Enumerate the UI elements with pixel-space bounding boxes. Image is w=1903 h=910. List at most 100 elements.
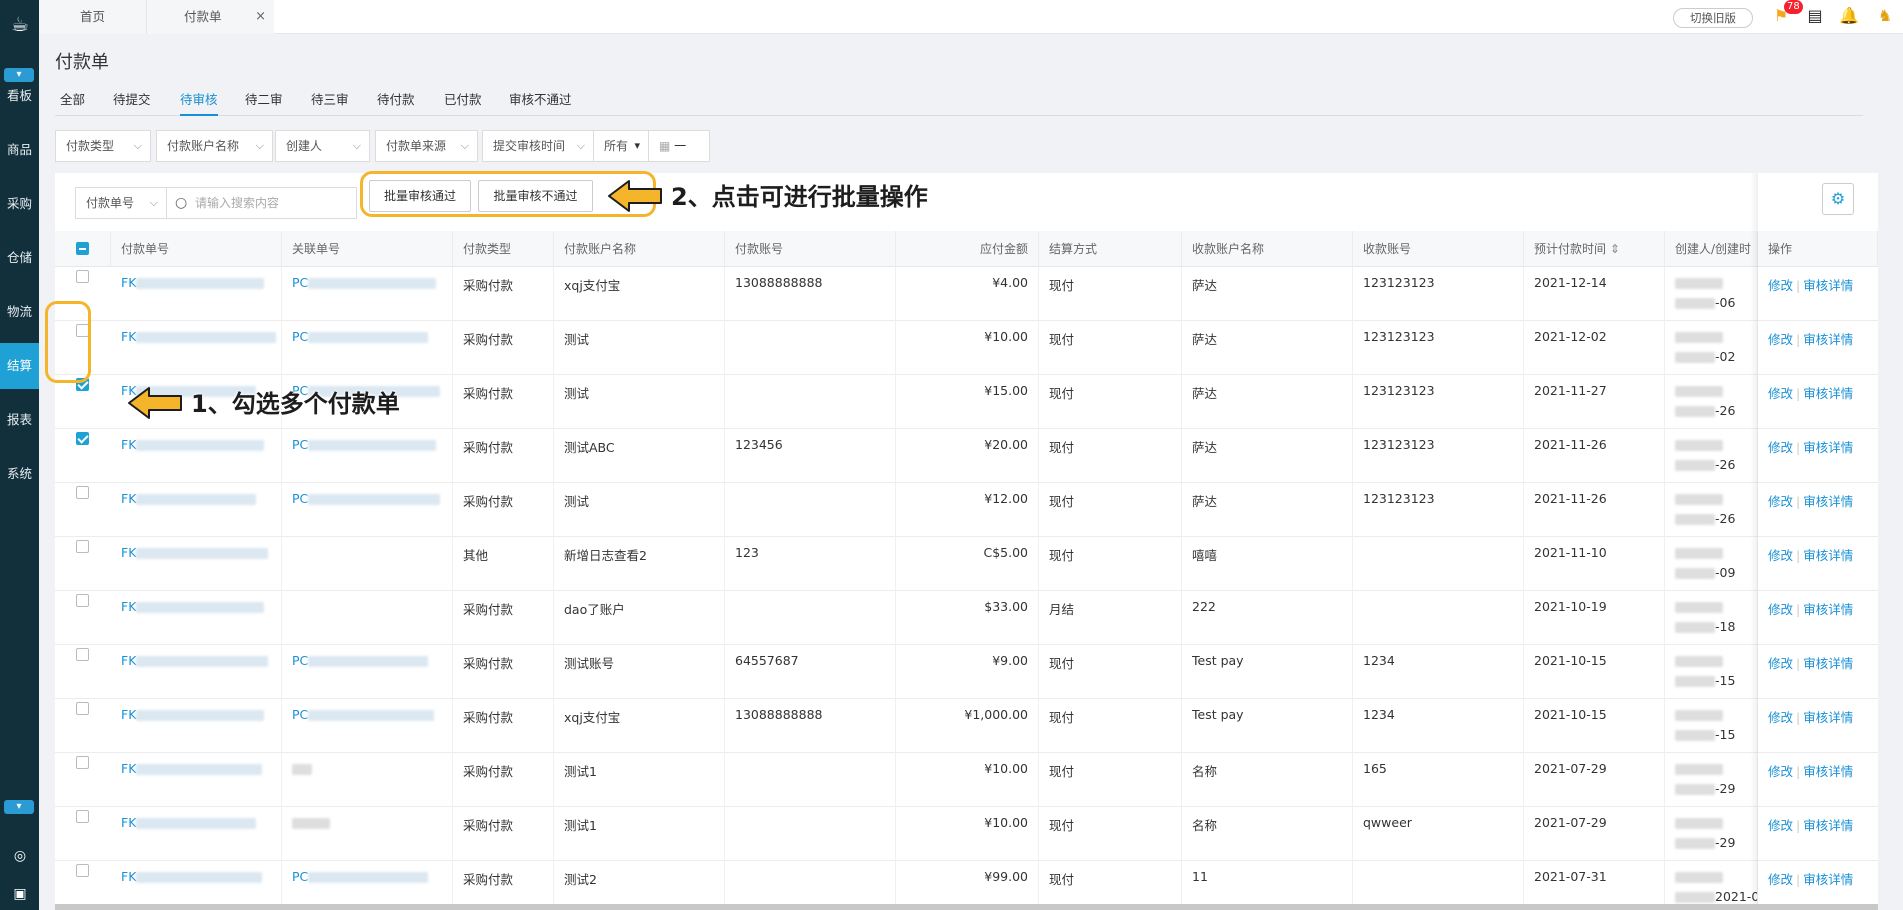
related-number-cell[interactable]: PC bbox=[282, 483, 453, 537]
column-header-10[interactable]: 创建人/创建时 bbox=[1665, 231, 1758, 267]
horizontal-scrollbar[interactable] bbox=[55, 904, 1878, 910]
audit-detail-link[interactable]: 审核详情 bbox=[1803, 278, 1853, 293]
tab-status-0[interactable]: 全部 bbox=[60, 90, 85, 116]
audit-detail-link[interactable]: 审核详情 bbox=[1803, 386, 1853, 401]
order-number-cell[interactable]: FK bbox=[111, 591, 282, 645]
related-number-cell[interactable]: PC bbox=[282, 699, 453, 753]
filter-source[interactable]: 付款单来源 ⌵ bbox=[375, 130, 478, 162]
audit-detail-link[interactable]: 审核详情 bbox=[1803, 872, 1853, 887]
chevron-down-icon[interactable]: ▾ bbox=[4, 800, 34, 814]
order-number-cell[interactable]: FK bbox=[111, 321, 282, 375]
table-row[interactable]: FK 采购付款 测试1 ¥10.00 现付 名称 165 2021-07-29 -29 修改 | 审核… bbox=[55, 753, 1878, 807]
tab-status-5[interactable]: 待付款 bbox=[377, 90, 415, 116]
related-number-cell[interactable]: PC bbox=[282, 861, 453, 910]
batch-approve-button[interactable]: 批量审核通过 bbox=[369, 180, 471, 212]
related-number-cell[interactable]: PC bbox=[282, 267, 453, 321]
related-number-cell[interactable] bbox=[282, 591, 453, 645]
table-row[interactable]: FK 采购付款 测试1 ¥10.00 现付 名称 qwweer 2021-07-29 -29 修改… bbox=[55, 807, 1878, 861]
column-header-3[interactable]: 付款账户名称 bbox=[554, 231, 725, 267]
edit-link[interactable]: 修改 bbox=[1768, 764, 1793, 779]
search-input[interactable]: ○ 请输入搜索内容 bbox=[167, 187, 357, 219]
sidebar-item-system[interactable]: 系统 bbox=[0, 451, 39, 497]
filter-submit-time[interactable]: 提交审核时间 ⌵ bbox=[482, 130, 594, 162]
table-row[interactable]: FK PC 采购付款 xqj支付宝 13088888888 ¥1,000.00 现付 Test… bbox=[55, 699, 1878, 753]
related-number-cell[interactable]: PC bbox=[282, 321, 453, 375]
sidebar-item-purchase[interactable]: 采购 bbox=[0, 181, 39, 227]
order-number-cell[interactable]: FK bbox=[111, 537, 282, 591]
table-row[interactable]: FK PC 采购付款 xqj支付宝 13088888888 ¥4.00 现付 萨达 123123… bbox=[55, 267, 1878, 321]
order-number-cell[interactable]: FK bbox=[111, 645, 282, 699]
tab-status-7[interactable]: 审核不通过 bbox=[509, 90, 572, 116]
column-header-4[interactable]: 付款账号 bbox=[725, 231, 896, 267]
sort-icon[interactable]: ⇕ bbox=[1606, 242, 1620, 256]
tab-status-1[interactable]: 待提交 bbox=[113, 90, 151, 116]
edit-link[interactable]: 修改 bbox=[1768, 440, 1793, 455]
order-number-cell[interactable]: FK bbox=[111, 429, 282, 483]
table-row[interactable]: FK PC 采购付款 测试ABC 123456 ¥20.00 现付 萨达 123123123 20… bbox=[55, 429, 1878, 483]
edit-link[interactable]: 修改 bbox=[1768, 386, 1793, 401]
filter-time-range[interactable]: 所有 ▾ bbox=[593, 130, 649, 162]
search-field-select[interactable]: 付款单号 ⌵ bbox=[75, 187, 167, 219]
audit-detail-link[interactable]: 审核详情 bbox=[1803, 602, 1853, 617]
edit-link[interactable]: 修改 bbox=[1768, 656, 1793, 671]
row-checkbox[interactable] bbox=[76, 702, 89, 715]
order-number-cell[interactable]: FK bbox=[111, 483, 282, 537]
select-all-checkbox[interactable] bbox=[76, 242, 89, 255]
edit-link[interactable]: 修改 bbox=[1768, 548, 1793, 563]
audit-detail-link[interactable]: 审核详情 bbox=[1803, 656, 1853, 671]
table-row[interactable]: FK PC 采购付款 测试2 ¥99.00 现付 11 2021-07-31 2021-07-2… bbox=[55, 861, 1878, 910]
table-row[interactable]: FK 采购付款 dao了账户 $33.00 月结 222 2021-10-19 -18 修改 | 审… bbox=[55, 591, 1878, 645]
order-number-cell[interactable]: FK bbox=[111, 267, 282, 321]
row-checkbox[interactable] bbox=[76, 648, 89, 661]
sidebar-item-report[interactable]: 报表 bbox=[0, 397, 39, 443]
tab-status-2[interactable]: 待审核 bbox=[180, 90, 218, 116]
column-header-7[interactable]: 收款账户名称 bbox=[1182, 231, 1353, 267]
edit-link[interactable]: 修改 bbox=[1768, 278, 1793, 293]
row-checkbox[interactable] bbox=[76, 594, 89, 607]
audit-detail-link[interactable]: 审核详情 bbox=[1803, 440, 1853, 455]
table-row[interactable]: FK PC 采购付款 测试账号 64557687 ¥9.00 现付 Test pay 1234 2… bbox=[55, 645, 1878, 699]
close-icon[interactable]: × bbox=[255, 0, 266, 34]
column-header-2[interactable]: 付款类型 bbox=[453, 231, 554, 267]
table-row[interactable]: FK PC 采购付款 测试 ¥10.00 现付 萨达 123123123 2021-12-02 -… bbox=[55, 321, 1878, 375]
batch-reject-button[interactable]: 批量审核不通过 bbox=[478, 180, 593, 212]
column-header-8[interactable]: 收款账号 bbox=[1353, 231, 1524, 267]
sidebar-item-product[interactable]: 商品 bbox=[0, 127, 39, 173]
document-icon[interactable]: ▤ bbox=[1805, 6, 1825, 26]
row-checkbox[interactable] bbox=[76, 540, 89, 553]
related-number-cell[interactable] bbox=[282, 807, 453, 861]
sidebar-item-logistics[interactable]: 物流 bbox=[0, 289, 39, 335]
filter-payment-type[interactable]: 付款类型 ⌵ bbox=[55, 130, 151, 162]
column-header-5[interactable]: 应付金额 bbox=[896, 231, 1039, 267]
audit-detail-link[interactable]: 审核详情 bbox=[1803, 548, 1853, 563]
avatar[interactable]: ♞ bbox=[1875, 6, 1895, 26]
edit-link[interactable]: 修改 bbox=[1768, 494, 1793, 509]
sidebar-item-warehouse[interactable]: 仓储 bbox=[0, 235, 39, 281]
tab-home[interactable]: 首页 bbox=[39, 0, 146, 34]
column-header-1[interactable]: 关联单号 bbox=[282, 231, 453, 267]
related-number-cell[interactable] bbox=[282, 753, 453, 807]
edit-link[interactable]: 修改 bbox=[1768, 602, 1793, 617]
filter-creator[interactable]: 创建人 ⌵ bbox=[275, 130, 370, 162]
bell-icon[interactable]: 🔔 bbox=[1839, 6, 1859, 26]
edit-link[interactable]: 修改 bbox=[1768, 710, 1793, 725]
date-range-picker[interactable]: ▦ 一 bbox=[648, 130, 710, 162]
edit-link[interactable]: 修改 bbox=[1768, 872, 1793, 887]
gift-icon[interactable]: ▣ bbox=[10, 884, 30, 904]
audit-detail-link[interactable]: 审核详情 bbox=[1803, 710, 1853, 725]
row-checkbox[interactable] bbox=[76, 432, 89, 445]
column-header-6[interactable]: 结算方式 bbox=[1039, 231, 1182, 267]
tab-status-6[interactable]: 已付款 bbox=[444, 90, 482, 116]
sidebar-item-dashboard[interactable]: 看板 bbox=[0, 73, 39, 119]
table-row[interactable]: FK 其他 新增日志查看2 123 C$5.00 现付 嘻嘻 2021-11-10 -09 修改 |… bbox=[55, 537, 1878, 591]
audit-detail-link[interactable]: 审核详情 bbox=[1803, 494, 1853, 509]
audit-detail-link[interactable]: 审核详情 bbox=[1803, 818, 1853, 833]
table-row[interactable]: FK PC 采购付款 测试 ¥12.00 现付 萨达 123123123 2021-11-26 -… bbox=[55, 483, 1878, 537]
logo-icon[interactable]: ☕ bbox=[6, 10, 34, 38]
order-number-cell[interactable]: FK bbox=[111, 807, 282, 861]
filter-account-name[interactable]: 付款账户名称 ⌵ bbox=[156, 130, 273, 162]
sidebar-item-settlement[interactable]: 结算 bbox=[0, 343, 39, 389]
order-number-cell[interactable]: FK bbox=[111, 861, 282, 910]
switch-old-version-button[interactable]: 切换旧版 bbox=[1673, 8, 1753, 28]
row-checkbox[interactable] bbox=[76, 756, 89, 769]
